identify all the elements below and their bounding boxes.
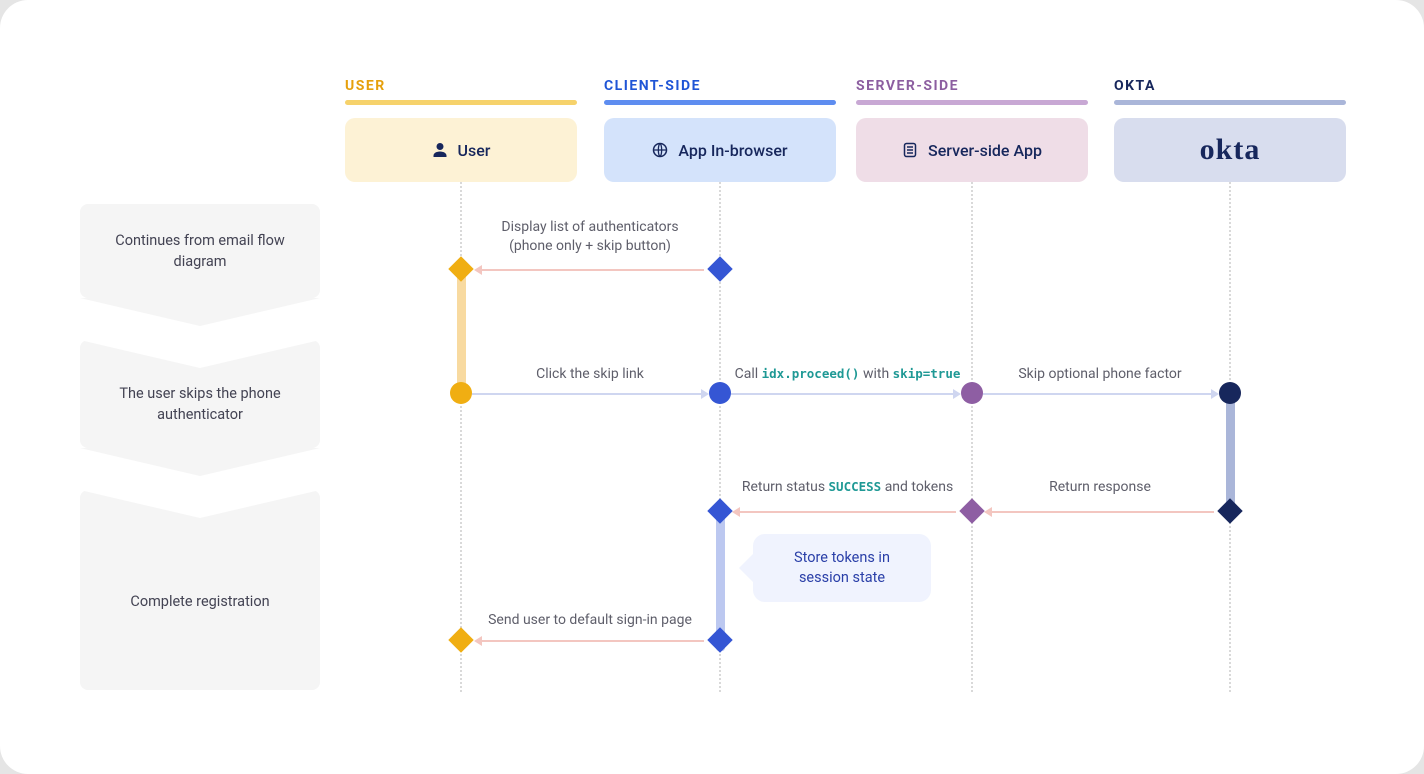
arrow-1-head xyxy=(474,265,482,275)
msg-3: Call idx.proceed() with skip=true xyxy=(725,365,970,384)
lane-title-okta: OKTA xyxy=(1114,78,1156,94)
lane-card-client: App In-browser xyxy=(604,118,836,182)
arrow-2a xyxy=(472,393,705,395)
msg-6: Return response xyxy=(980,478,1220,497)
step-card-3: Complete registration xyxy=(80,490,320,690)
lane-underline-user xyxy=(345,100,577,105)
okta-logo: okta xyxy=(1200,133,1261,167)
lane-title-user: USER xyxy=(345,78,386,94)
arrow-4-head xyxy=(474,636,482,646)
msg-5: Return status SUCCESS and tokens xyxy=(725,478,970,497)
lane-title-client: CLIENT-SIDE xyxy=(604,78,701,94)
lane-card-client-label: App In-browser xyxy=(678,141,787,160)
arrow-2b xyxy=(731,393,957,395)
arrow-3a xyxy=(736,511,956,513)
step-card-2: The user skips the phone authenticator xyxy=(80,340,320,448)
msg-7: Send user to default sign-in page xyxy=(470,611,710,630)
seg-user-1 xyxy=(457,268,466,394)
node-client-1 xyxy=(707,256,732,281)
node-client-4 xyxy=(707,627,732,652)
lane-card-okta: okta xyxy=(1114,118,1346,182)
lane-underline-okta xyxy=(1114,100,1346,105)
step-card-1: Continues from email flow diagram xyxy=(80,204,320,298)
arrow-2b-head xyxy=(953,389,961,399)
arrow-2a-head xyxy=(701,389,709,399)
node-user-4 xyxy=(448,627,473,652)
lane-underline-server xyxy=(856,100,1088,105)
node-server-2 xyxy=(961,382,983,404)
lane-card-user: User xyxy=(345,118,577,182)
lane-underline-client xyxy=(604,100,836,105)
node-okta-2 xyxy=(1219,382,1241,404)
node-client-2 xyxy=(709,382,731,404)
arrow-3b xyxy=(988,511,1214,513)
lane-card-server: Server-side App xyxy=(856,118,1088,182)
globe-icon xyxy=(652,142,668,158)
seg-okta-1 xyxy=(1226,393,1235,513)
msg-2: Click the skip link xyxy=(470,365,710,384)
lane-card-server-label: Server-side App xyxy=(928,141,1042,160)
lane-card-user-label: User xyxy=(458,141,491,160)
lifeline-server xyxy=(971,182,973,692)
arrow-1 xyxy=(478,269,704,271)
node-okta-3 xyxy=(1217,498,1242,523)
lane-title-server: SERVER-SIDE xyxy=(856,78,959,94)
arrow-3b-head xyxy=(984,507,992,517)
msg-4: Skip optional phone factor xyxy=(980,365,1220,384)
node-user-2 xyxy=(450,382,472,404)
callout-store-tokens: Store tokens in session state xyxy=(753,534,931,602)
server-icon xyxy=(902,142,918,158)
arrow-2c-head xyxy=(1211,389,1219,399)
arrow-2c xyxy=(983,393,1215,395)
node-client-3 xyxy=(707,498,732,523)
node-server-3 xyxy=(959,498,984,523)
arrow-4 xyxy=(478,640,704,642)
diagram-canvas: USER User CLIENT-SIDE App In-browser SER… xyxy=(0,0,1424,774)
msg-1: Display list of authenticators (phone on… xyxy=(470,218,710,256)
user-icon xyxy=(432,142,448,158)
arrow-3a-head xyxy=(732,507,740,517)
node-user-1 xyxy=(448,256,473,281)
